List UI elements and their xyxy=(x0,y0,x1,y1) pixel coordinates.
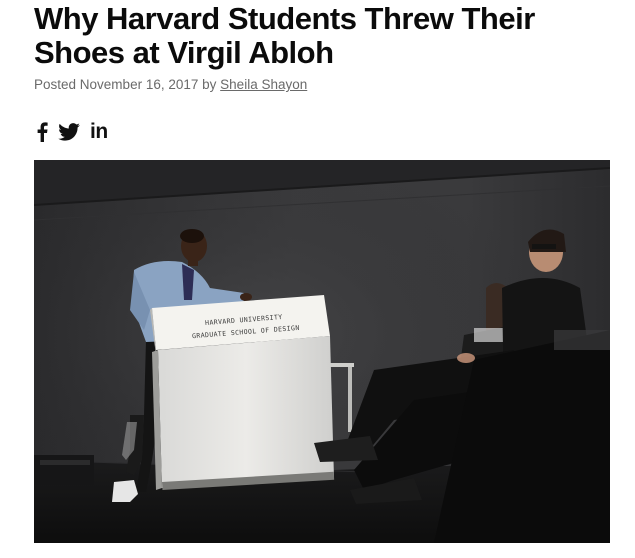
post-date: November 16, 2017 xyxy=(79,77,199,92)
linkedin-icon[interactable]: in xyxy=(90,121,108,143)
lecture-photo-illustration: HARVARD UNIVERSITY GRADUATE SCHOOL OF DE… xyxy=(34,160,610,543)
twitter-icon[interactable] xyxy=(58,123,80,141)
by-label: by xyxy=(202,77,217,92)
article-photo: HARVARD UNIVERSITY GRADUATE SCHOOL OF DE… xyxy=(34,160,610,543)
share-bar: in xyxy=(36,120,108,144)
posted-prefix: Posted xyxy=(34,77,77,92)
article-title: Why Harvard Students Threw Their Shoes a… xyxy=(34,1,535,70)
author-link[interactable]: Sheila Shayon xyxy=(220,77,307,92)
article-byline: Posted November 16, 2017 by Sheila Shayo… xyxy=(34,77,307,92)
facebook-icon[interactable] xyxy=(36,122,48,142)
